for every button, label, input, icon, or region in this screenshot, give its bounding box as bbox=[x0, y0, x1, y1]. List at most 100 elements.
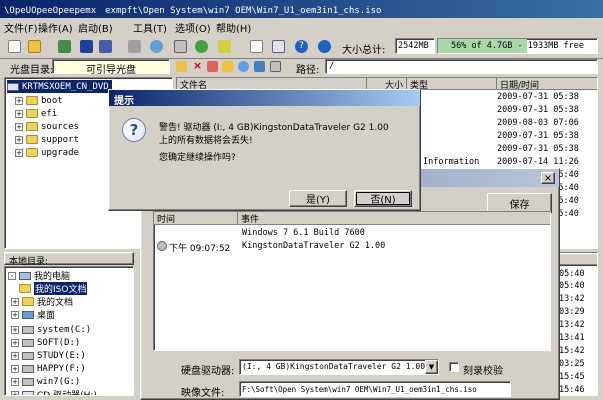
register-icon[interactable] bbox=[272, 40, 285, 53]
list-item[interactable]: 03:29 bbox=[559, 307, 585, 317]
menu-options[interactable]: 选项(O) bbox=[175, 20, 211, 35]
list-item[interactable]: 2009-07-31 05:38 bbox=[497, 105, 597, 117]
list-item[interactable]: 2009-08-03 07:06 bbox=[497, 118, 597, 130]
list-item[interactable]: 2009-07-31 05:38 bbox=[497, 92, 597, 104]
menu-help[interactable]: 帮助(H) bbox=[216, 20, 251, 35]
expand-icon[interactable]: + bbox=[11, 338, 19, 347]
delete-icon[interactable]: × bbox=[192, 60, 203, 72]
list-item[interactable]: 05:40 bbox=[559, 281, 585, 291]
expand-icon[interactable]: + bbox=[11, 325, 19, 334]
drive-icon bbox=[22, 377, 34, 386]
menu-tools[interactable]: 工具(T) bbox=[133, 20, 167, 35]
disc-root[interactable]: KRTMSXOEM_CN_DVD bbox=[7, 80, 112, 93]
view-icon[interactable] bbox=[270, 61, 281, 72]
check-icon[interactable] bbox=[195, 40, 208, 53]
tree-item-boot[interactable]: + boot bbox=[15, 94, 63, 107]
menu-action[interactable]: 操作(A) bbox=[38, 20, 73, 35]
question-icon: ? bbox=[122, 118, 146, 142]
tree-item-drive-e[interactable]: + STUDY(E:) bbox=[11, 349, 86, 362]
collapse-icon[interactable]: - bbox=[8, 271, 16, 280]
options-icon[interactable] bbox=[250, 40, 263, 53]
col-event[interactable]: 事件 bbox=[238, 212, 550, 225]
settings-icon[interactable] bbox=[254, 61, 265, 72]
verify-checkbox[interactable] bbox=[449, 362, 459, 372]
tree-item-my-docs[interactable]: + 我的文档 bbox=[11, 295, 73, 308]
local-panel: 本地目录: - 我的电脑 我的ISO文档 + 我的文档 + 桌面 + system(C:… bbox=[4, 252, 134, 396]
help-icon[interactable]: ? bbox=[295, 40, 308, 53]
expand-icon[interactable]: + bbox=[11, 297, 19, 306]
burn-icon[interactable] bbox=[128, 40, 141, 53]
mount-icon[interactable] bbox=[150, 40, 163, 53]
tree-item-upgrade[interactable]: + upgrade bbox=[15, 146, 79, 159]
col-time[interactable]: 时间 bbox=[154, 212, 238, 225]
drive-icon bbox=[22, 325, 34, 334]
properties-icon[interactable] bbox=[218, 40, 231, 53]
extract-icon[interactable] bbox=[58, 40, 71, 53]
refresh-icon[interactable] bbox=[238, 61, 249, 72]
list-item[interactable]: 2009-07-31 05:38 bbox=[497, 131, 597, 143]
list-item[interactable]: 13:42 bbox=[559, 294, 585, 304]
folder-icon bbox=[19, 284, 31, 293]
save-icon[interactable] bbox=[80, 40, 93, 53]
total-size-label: 大小总计: bbox=[342, 45, 386, 56]
menu-file[interactable]: 文件(F) bbox=[4, 20, 38, 35]
tree-item-drive-c[interactable]: + system(C:) bbox=[11, 323, 91, 336]
expand-icon[interactable]: + bbox=[11, 390, 19, 395]
list-item[interactable]: 05:40 bbox=[559, 269, 585, 279]
save-as-icon[interactable] bbox=[99, 40, 112, 53]
expand-icon[interactable]: + bbox=[15, 122, 23, 131]
no-button[interactable]: 否(N) bbox=[354, 190, 412, 207]
tree-item-efi[interactable]: + efi bbox=[15, 107, 57, 120]
drive-icon bbox=[22, 364, 34, 373]
drive-select[interactable]: (I:, 4 GB)KingstonDataTraveler G2 1.00 ▼ bbox=[239, 359, 439, 375]
tree-item-sources[interactable]: + sources bbox=[15, 120, 79, 133]
compress-icon[interactable] bbox=[174, 40, 187, 53]
expand-icon[interactable]: + bbox=[15, 135, 23, 144]
tree-item-drive-f[interactable]: + HAPPY(F:) bbox=[11, 362, 86, 375]
new-file-icon[interactable] bbox=[8, 40, 21, 53]
disc-icon bbox=[157, 241, 167, 251]
image-path-field[interactable]: F:\Soft\Open System\win7 OEM\Win7_U1_oem… bbox=[239, 381, 511, 397]
rename-icon[interactable] bbox=[207, 61, 218, 72]
expand-icon[interactable]: + bbox=[11, 351, 19, 360]
list-item[interactable]: 15:45 bbox=[559, 372, 585, 382]
menu-boot[interactable]: 启动(B) bbox=[78, 20, 113, 35]
expand-icon[interactable]: + bbox=[11, 377, 19, 386]
close-icon[interactable]: × bbox=[541, 172, 555, 184]
open-folder-icon[interactable] bbox=[28, 40, 41, 53]
expand-icon[interactable]: + bbox=[15, 148, 23, 157]
tree-item-support[interactable]: + support bbox=[15, 133, 79, 146]
drive-icon bbox=[22, 351, 34, 360]
list-item[interactable]: 13:41 bbox=[559, 333, 585, 343]
list-item[interactable]: 03:25 bbox=[559, 359, 585, 369]
expand-icon[interactable]: + bbox=[15, 109, 23, 118]
window-title: \OpeUOpeeOpeepemx exmpft\Open System\win… bbox=[0, 0, 603, 18]
list-item[interactable]: 2009-07-31 05:38 bbox=[497, 144, 597, 156]
list-item[interactable]: 13:42 bbox=[559, 320, 585, 330]
log-list: 时间 事件 Windows 7 6.1 Build 7600 下午 09:07:… bbox=[153, 211, 551, 351]
save-button[interactable]: 保存 bbox=[487, 193, 552, 213]
col-date[interactable]: 日期/时间 bbox=[497, 78, 597, 91]
new-folder-icon[interactable] bbox=[222, 61, 233, 72]
tree-item-drive-d[interactable]: + SOFT(D:) bbox=[11, 336, 80, 349]
boot-disc-button[interactable]: 可引导光盘 bbox=[52, 59, 170, 76]
expand-icon[interactable]: + bbox=[11, 364, 19, 373]
folder-icon bbox=[26, 109, 38, 118]
yes-button[interactable]: 是(Y) bbox=[289, 190, 347, 207]
tree-item-drive-g[interactable]: + win7(G:) bbox=[11, 375, 80, 388]
path-field[interactable]: / bbox=[325, 59, 598, 74]
expand-icon[interactable]: + bbox=[15, 96, 23, 105]
about-icon[interactable] bbox=[318, 40, 331, 53]
chevron-down-icon[interactable]: ▼ bbox=[425, 360, 438, 374]
expand-icon[interactable]: + bbox=[11, 310, 19, 319]
list-item[interactable]: 15:42 bbox=[559, 346, 585, 356]
menu-bar: 文件(F) 操作(A) 启动(B) 工具(T) 选项(O) 帮助(H) bbox=[0, 18, 603, 35]
drive-icon bbox=[22, 338, 34, 347]
tree-item-drive-h[interactable]: + CD 驱动器(H:) bbox=[11, 388, 97, 395]
list-item[interactable]: 15:46 bbox=[559, 385, 585, 395]
tree-item-computer[interactable]: - 我的电脑 bbox=[8, 269, 70, 282]
tree-item-desktop[interactable]: + 桌面 bbox=[11, 308, 55, 321]
folder-up-icon[interactable] bbox=[176, 61, 187, 72]
path-label: 路径: bbox=[296, 65, 320, 76]
tree-item-iso-docs[interactable]: 我的ISO文档 bbox=[19, 282, 88, 295]
